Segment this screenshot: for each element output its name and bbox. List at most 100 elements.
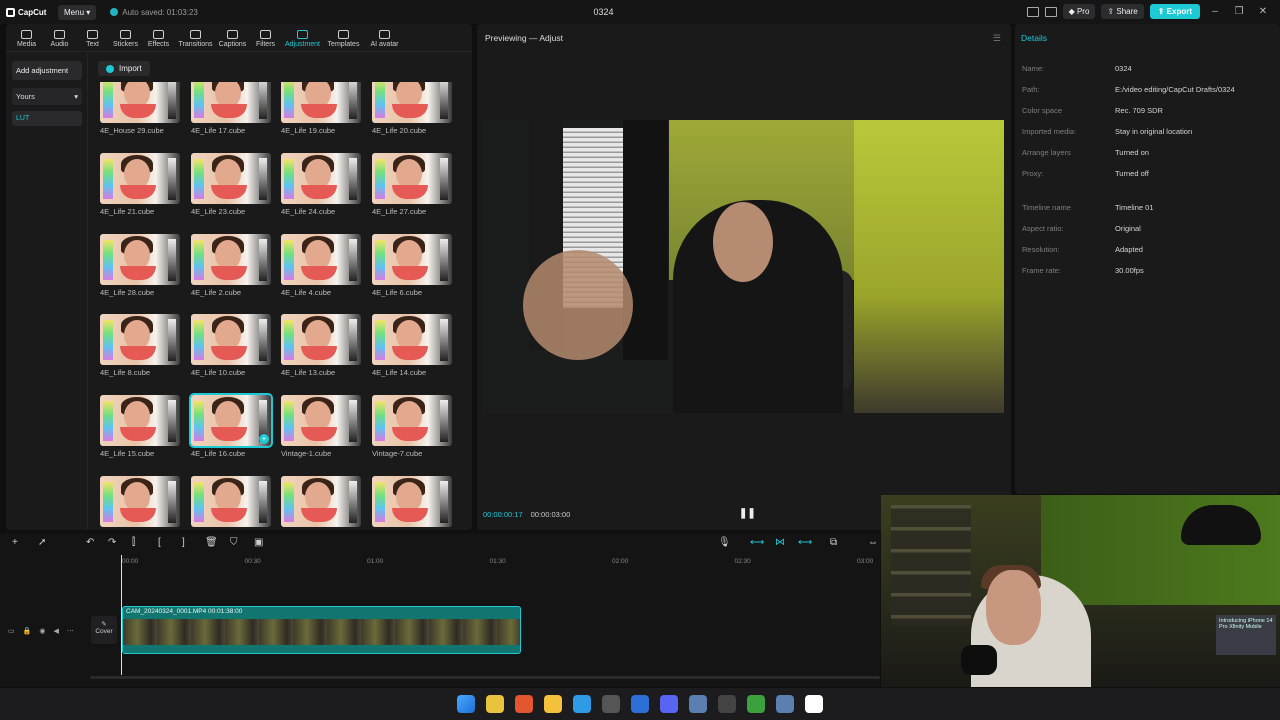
lut-category[interactable]: LUT: [12, 111, 82, 126]
lut-thumbnail[interactable]: [281, 153, 361, 204]
yours-dropdown[interactable]: Yours ▾: [12, 88, 82, 105]
add-adjustment-button[interactable]: Add adjustment: [12, 61, 82, 80]
lut-item[interactable]: [100, 476, 180, 527]
trim-right-icon[interactable]: ]: [182, 537, 185, 548]
windows-start-icon[interactable]: [457, 695, 475, 713]
pause-button[interactable]: ❚❚: [739, 508, 756, 519]
lut-thumbnail[interactable]: [191, 234, 271, 285]
lut-item[interactable]: 4E_Life 6.cube: [372, 234, 452, 297]
zoom-fit-icon[interactable]: ⇔: [868, 537, 878, 548]
trim-left-icon[interactable]: [: [158, 537, 161, 548]
xbox-icon[interactable]: [747, 695, 765, 713]
file-explorer-icon[interactable]: [544, 695, 562, 713]
link-icon[interactable]: ⟷: [750, 537, 764, 548]
tab-effects[interactable]: Effects: [142, 30, 175, 51]
lut-thumbnail[interactable]: [372, 314, 452, 365]
lut-item[interactable]: 4E_Life 24.cube: [281, 153, 361, 216]
menu-button[interactable]: Menu ▾: [58, 4, 97, 20]
lut-thumbnail[interactable]: [100, 153, 180, 204]
lut-thumbnail[interactable]: [372, 82, 452, 123]
close-icon[interactable]: ✕: [1254, 6, 1272, 17]
outlook-icon[interactable]: [631, 695, 649, 713]
tab-captions[interactable]: Captions: [216, 30, 249, 51]
playhead[interactable]: [121, 555, 122, 675]
lut-item[interactable]: +4E_Life 16.cube: [189, 393, 273, 458]
tab-templates[interactable]: Templates: [323, 30, 364, 51]
shield-icon[interactable]: ⛉: [230, 537, 238, 548]
lut-thumbnail[interactable]: [281, 314, 361, 365]
split-icon[interactable]: ⫿: [132, 537, 135, 548]
export-button[interactable]: ⇪ Export: [1149, 4, 1200, 19]
cover-button[interactable]: ✎ Cover: [91, 616, 117, 644]
lut-thumbnail[interactable]: [372, 153, 452, 204]
time-ruler[interactable]: 00:00 00:30 01:00 01:30 02:00 02:30 03:00: [0, 555, 880, 569]
lut-item[interactable]: 4E_Life 20.cube: [372, 82, 452, 135]
tab-filters[interactable]: Filters: [249, 30, 282, 51]
video-clip[interactable]: CAM_20240324_0001.MP4 00:01:38:00: [122, 606, 521, 654]
capcut-icon[interactable]: [805, 695, 823, 713]
lut-thumbnail[interactable]: [100, 314, 180, 365]
lut-thumbnail[interactable]: [191, 476, 271, 527]
delete-icon[interactable]: 🗑: [205, 537, 218, 548]
tab-adjustment[interactable]: Adjustment: [282, 30, 323, 51]
epic-games-icon[interactable]: [718, 695, 736, 713]
preview-menu-icon[interactable]: ☰: [993, 33, 1001, 44]
tab-text[interactable]: Text: [76, 30, 109, 51]
snap-icon[interactable]: ⟷: [798, 537, 812, 548]
tab-transitions[interactable]: Transitions: [175, 30, 216, 51]
preview-axis-icon[interactable]: ⧉: [830, 537, 837, 548]
redo-icon[interactable]: ↷: [108, 537, 116, 548]
eye-icon[interactable]: ◉: [39, 627, 45, 635]
crop-icon[interactable]: ▣: [254, 537, 263, 548]
edge-icon[interactable]: [573, 695, 591, 713]
discord-icon[interactable]: [660, 695, 678, 713]
lut-thumbnail[interactable]: [372, 234, 452, 285]
lut-thumbnail[interactable]: [191, 153, 271, 204]
layout-icon[interactable]: [1026, 6, 1039, 17]
magnet-icon[interactable]: ⋈: [775, 537, 785, 548]
tab-ai-avatar[interactable]: AI avatar: [364, 30, 405, 51]
lut-item[interactable]: 4E_Life 23.cube: [191, 153, 271, 216]
timeline-scrollbar[interactable]: [90, 676, 880, 679]
lut-item[interactable]: 4E_Life 28.cube: [100, 234, 180, 297]
shortcuts-icon[interactable]: [1044, 6, 1057, 17]
lut-item[interactable]: 4E_Life 4.cube: [281, 234, 361, 297]
lut-thumbnail[interactable]: [281, 395, 361, 446]
store-icon[interactable]: [602, 695, 620, 713]
lut-thumbnail[interactable]: [191, 314, 271, 365]
lut-item[interactable]: Vintage-1.cube: [281, 395, 361, 458]
lut-item[interactable]: Vintage-7.cube: [372, 395, 452, 458]
pro-button[interactable]: ◆ Pro: [1062, 4, 1096, 19]
lut-item[interactable]: 4E_Life 17.cube: [191, 82, 271, 135]
lut-thumbnail[interactable]: [372, 395, 452, 446]
tab-audio[interactable]: Audio: [43, 30, 76, 51]
minimize-icon[interactable]: –: [1206, 6, 1224, 17]
steam-2-icon[interactable]: [776, 695, 794, 713]
lut-thumbnail[interactable]: [100, 395, 180, 446]
lut-thumbnail[interactable]: [281, 476, 361, 527]
select-tool-icon[interactable]: ➚: [38, 537, 46, 548]
lut-item[interactable]: 4E_House 29.cube: [100, 82, 180, 135]
lut-item[interactable]: [372, 476, 452, 527]
restore-icon[interactable]: ❐: [1230, 6, 1248, 17]
add-icon[interactable]: +: [12, 537, 18, 548]
lut-item[interactable]: 4E_Life 27.cube: [372, 153, 452, 216]
lut-thumbnail[interactable]: +: [189, 393, 273, 448]
lut-item[interactable]: 4E_Life 15.cube: [100, 395, 180, 458]
lut-thumbnail[interactable]: [281, 82, 361, 123]
add-icon[interactable]: +: [259, 434, 269, 444]
video-frame[interactable]: [483, 120, 1004, 413]
undo-icon[interactable]: ↶: [86, 537, 94, 548]
more-icon[interactable]: ⋯: [67, 627, 74, 635]
tab-stickers[interactable]: Stickers: [109, 30, 142, 51]
lut-thumbnail[interactable]: [281, 234, 361, 285]
lut-item[interactable]: [191, 476, 271, 527]
lut-item[interactable]: 4E_Life 21.cube: [100, 153, 180, 216]
share-button[interactable]: ⇪ Share: [1101, 4, 1144, 19]
lut-thumbnail[interactable]: [100, 82, 180, 123]
lut-thumbnail[interactable]: [191, 82, 271, 123]
microphone-icon[interactable]: 🎙: [718, 537, 731, 548]
lock-icon[interactable]: 🔒: [23, 627, 32, 635]
tab-media[interactable]: Media: [10, 30, 43, 51]
lut-thumbnail[interactable]: [100, 234, 180, 285]
